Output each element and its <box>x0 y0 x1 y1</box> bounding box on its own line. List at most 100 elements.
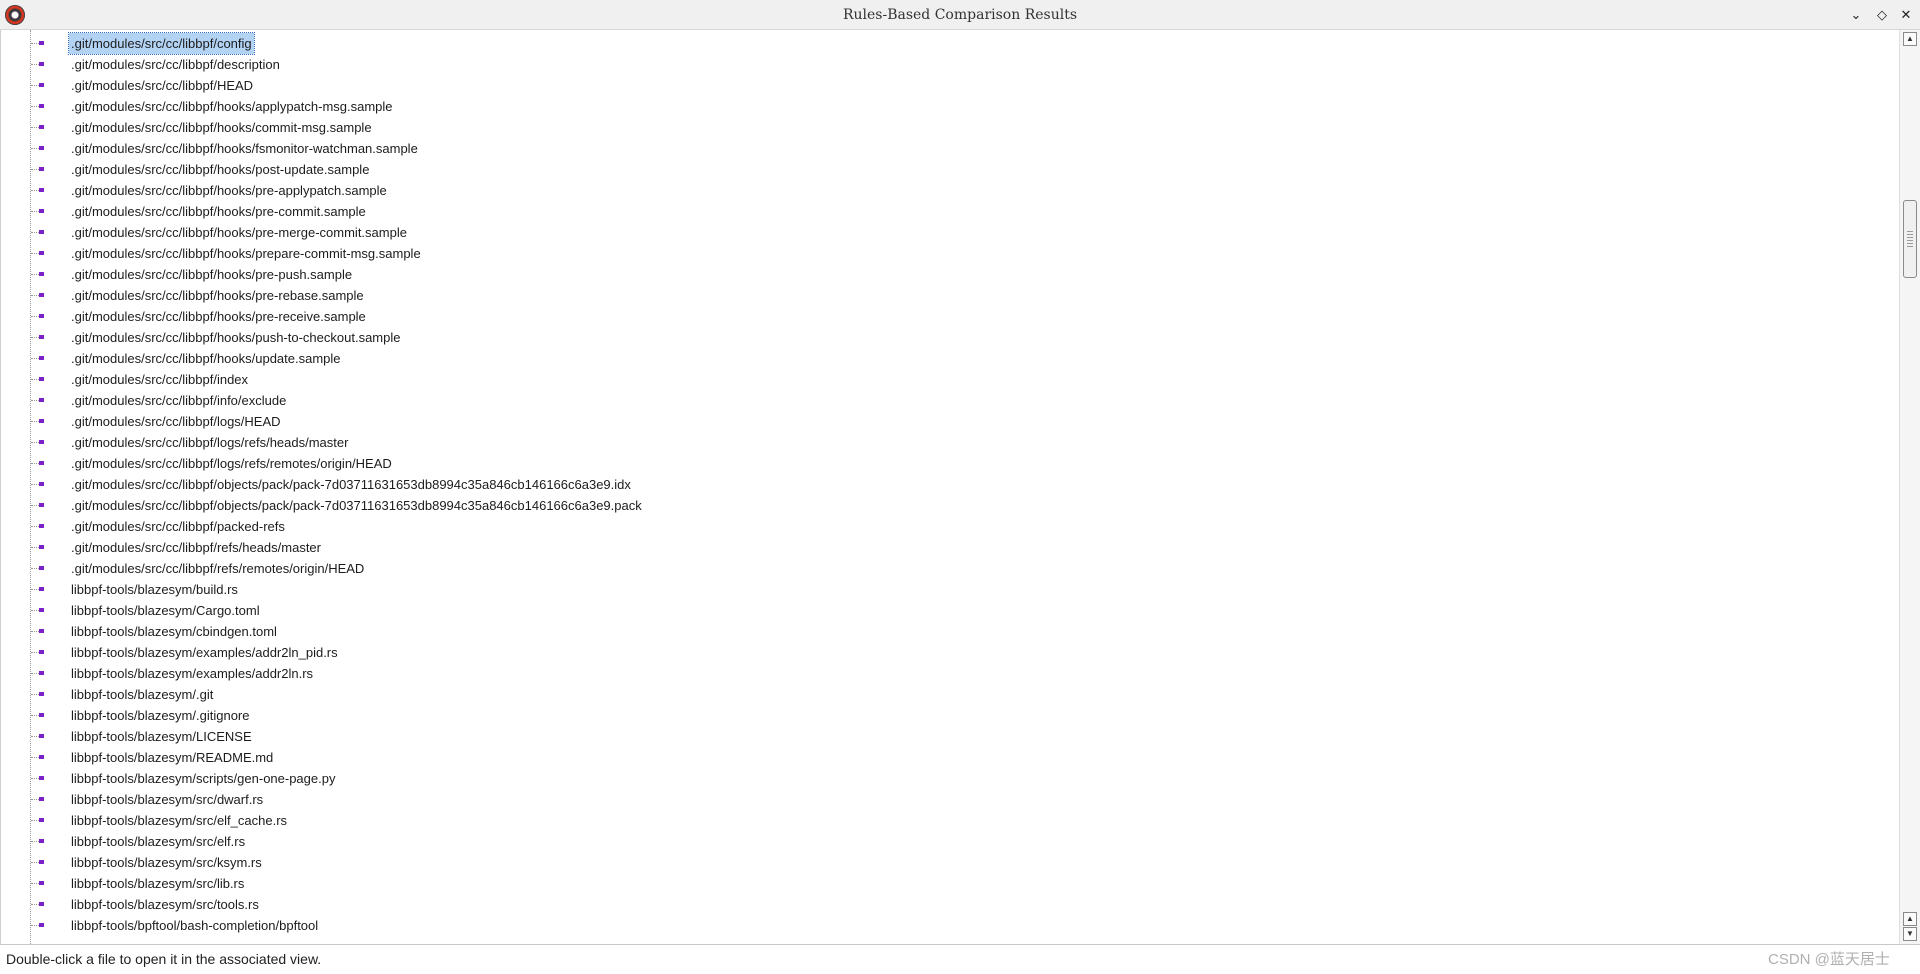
scrollbar-thumb[interactable] <box>1903 200 1917 278</box>
tree-item[interactable]: libbpf-tools/blazesym/src/tools.rs <box>1 894 1891 915</box>
file-change-marker-icon <box>39 41 44 45</box>
tree-connector <box>31 274 39 275</box>
tree-item[interactable]: .git/modules/src/cc/libbpf/logs/refs/hea… <box>1 432 1891 453</box>
tree-item[interactable]: .git/modules/src/cc/libbpf/hooks/pre-pus… <box>1 264 1891 285</box>
tree-item[interactable]: .git/modules/src/cc/libbpf/hooks/pre-com… <box>1 201 1891 222</box>
tree-item[interactable]: .git/modules/src/cc/libbpf/HEAD <box>1 75 1891 96</box>
tree-item[interactable]: .git/modules/src/cc/libbpf/hooks/pre-rec… <box>1 306 1891 327</box>
tree-item[interactable]: libbpf-tools/bpftool/bash-completion/bpf… <box>1 915 1891 936</box>
file-path-label: .git/modules/src/cc/libbpf/hooks/fsmonit… <box>71 141 418 156</box>
file-change-marker-icon <box>39 125 44 129</box>
tree-item[interactable]: libbpf-tools/blazesym/README.md <box>1 747 1891 768</box>
file-change-marker-icon <box>39 608 44 612</box>
scroll-up-arrow-icon[interactable]: ▲ <box>1903 32 1917 46</box>
tree-item[interactable]: .git/modules/src/cc/libbpf/logs/HEAD <box>1 411 1891 432</box>
tree-connector <box>31 694 39 695</box>
chevron-down-icon[interactable]: ⌄ <box>1847 6 1865 24</box>
file-change-marker-icon <box>39 734 44 738</box>
file-change-marker-icon <box>39 230 44 234</box>
tree-item[interactable]: .git/modules/src/cc/libbpf/config <box>1 32 1891 55</box>
file-change-marker-icon <box>39 671 44 675</box>
tree-item[interactable]: .git/modules/src/cc/libbpf/packed-refs <box>1 516 1891 537</box>
file-path-label: .git/modules/src/cc/libbpf/logs/refs/rem… <box>71 456 392 471</box>
tree-item[interactable]: .git/modules/src/cc/libbpf/hooks/prepare… <box>1 243 1891 264</box>
tree-item[interactable]: .git/modules/src/cc/libbpf/hooks/applypa… <box>1 96 1891 117</box>
title-bar: Rules-Based Comparison Results ⌄ ◇ ✕ <box>0 0 1920 30</box>
comparison-results-tree[interactable]: .git/modules/src/cc/libbpf/config .git/mo… <box>0 30 1899 944</box>
tree-item[interactable]: .git/modules/src/cc/libbpf/objects/pack/… <box>1 474 1891 495</box>
tree-item[interactable]: libbpf-tools/blazesym/src/elf.rs <box>1 831 1891 852</box>
file-path-label: libbpf-tools/blazesym/scripts/gen-one-pa… <box>71 771 336 786</box>
file-change-marker-icon <box>39 83 44 87</box>
file-path-label: libbpf-tools/blazesym/README.md <box>71 750 274 765</box>
tree-connector <box>31 169 39 170</box>
tree-connector <box>31 379 39 380</box>
file-path-label: .git/modules/src/cc/libbpf/hooks/pre-reb… <box>71 288 364 303</box>
file-path-label: .git/modules/src/cc/libbpf/hooks/push-to… <box>71 330 401 345</box>
file-path-label: .git/modules/src/cc/libbpf/HEAD <box>71 78 254 93</box>
tree-connector <box>31 799 39 800</box>
file-path-label: libbpf-tools/blazesym/src/elf_cache.rs <box>71 813 288 828</box>
tree-item[interactable]: libbpf-tools/blazesym/build.rs <box>1 579 1891 600</box>
file-path-label: libbpf-tools/blazesym/.git <box>71 687 214 702</box>
tree-item[interactable]: libbpf-tools/blazesym/scripts/gen-one-pa… <box>1 768 1891 789</box>
tree-connector <box>31 127 39 128</box>
tree-item[interactable]: .git/modules/src/cc/libbpf/hooks/pre-app… <box>1 180 1891 201</box>
scroll-up-arrow-icon[interactable]: ▲ <box>1903 912 1917 926</box>
tree-connector <box>31 484 39 485</box>
tree-item[interactable]: libbpf-tools/blazesym/LICENSE <box>1 726 1891 747</box>
tree-item[interactable]: libbpf-tools/blazesym/examples/addr2ln_p… <box>1 642 1891 663</box>
tree-connector <box>31 778 39 779</box>
tree-item[interactable]: .git/modules/src/cc/libbpf/hooks/update.… <box>1 348 1891 369</box>
tree-item[interactable]: .git/modules/src/cc/libbpf/logs/refs/rem… <box>1 453 1891 474</box>
tree-item[interactable]: .git/modules/src/cc/libbpf/hooks/commit-… <box>1 117 1891 138</box>
tree-item[interactable]: .git/modules/src/cc/libbpf/hooks/post-up… <box>1 159 1891 180</box>
tree-item[interactable]: libbpf-tools/blazesym/src/lib.rs <box>1 873 1891 894</box>
grip-icon <box>1907 231 1913 247</box>
tree-item[interactable]: .git/modules/src/cc/libbpf/hooks/pre-mer… <box>1 222 1891 243</box>
file-path-label: .git/modules/src/cc/libbpf/config <box>68 32 255 55</box>
tree-item[interactable]: libbpf-tools/blazesym/.gitignore <box>1 705 1891 726</box>
tree-connector <box>31 862 39 863</box>
tree-item[interactable]: .git/modules/src/cc/libbpf/hooks/pre-reb… <box>1 285 1891 306</box>
file-path-label: libbpf-tools/blazesym/src/ksym.rs <box>71 855 262 870</box>
vertical-scrollbar[interactable]: ▲ ▲ ▼ <box>1899 30 1920 944</box>
tree-item[interactable]: .git/modules/src/cc/libbpf/description <box>1 54 1891 75</box>
tree-item[interactable]: .git/modules/src/cc/libbpf/refs/heads/ma… <box>1 537 1891 558</box>
file-path-label: .git/modules/src/cc/libbpf/description <box>71 57 280 72</box>
file-change-marker-icon <box>39 314 44 318</box>
tree-item[interactable]: .git/modules/src/cc/libbpf/refs/remotes/… <box>1 558 1891 579</box>
tree-item[interactable]: .git/modules/src/cc/libbpf/info/exclude <box>1 390 1891 411</box>
scroll-down-arrow-icon[interactable]: ▼ <box>1903 927 1917 941</box>
file-path-label: .git/modules/src/cc/libbpf/hooks/pre-com… <box>71 204 366 219</box>
tree-connector <box>31 505 39 506</box>
file-change-marker-icon <box>39 776 44 780</box>
tree-item[interactable]: libbpf-tools/blazesym/src/dwarf.rs <box>1 789 1891 810</box>
status-message: Double-click a file to open it in the as… <box>6 951 322 967</box>
tree-connector <box>31 925 39 926</box>
restore-icon[interactable]: ◇ <box>1873 6 1891 24</box>
tree-item[interactable]: libbpf-tools/blazesym/Cargo.toml <box>1 600 1891 621</box>
tree-item[interactable]: .git/modules/src/cc/libbpf/index <box>1 369 1891 390</box>
tree-item[interactable]: libbpf-tools/blazesym/examples/addr2ln.r… <box>1 663 1891 684</box>
tree-item[interactable]: libbpf-tools/blazesym/cbindgen.toml <box>1 621 1891 642</box>
file-path-label: .git/modules/src/cc/libbpf/hooks/commit-… <box>71 120 372 135</box>
tree-connector <box>31 568 39 569</box>
file-path-label: .git/modules/src/cc/libbpf/hooks/pre-app… <box>71 183 387 198</box>
tree-connector <box>31 463 39 464</box>
tree-item[interactable]: libbpf-tools/blazesym/src/elf_cache.rs <box>1 810 1891 831</box>
tree-item[interactable]: libbpf-tools/blazesym/src/ksym.rs <box>1 852 1891 873</box>
tree-connector <box>31 820 39 821</box>
file-change-marker-icon <box>39 755 44 759</box>
tree-item[interactable]: .git/modules/src/cc/libbpf/objects/pack/… <box>1 495 1891 516</box>
tree-connector <box>31 442 39 443</box>
tree-connector <box>31 526 39 527</box>
tree-connector <box>31 421 39 422</box>
file-path-label: libbpf-tools/blazesym/Cargo.toml <box>71 603 260 618</box>
file-path-label: .git/modules/src/cc/libbpf/packed-refs <box>71 519 285 534</box>
close-icon[interactable]: ✕ <box>1897 6 1915 24</box>
tree-item[interactable]: libbpf-tools/blazesym/.git <box>1 684 1891 705</box>
file-path-label: libbpf-tools/blazesym/src/elf.rs <box>71 834 246 849</box>
tree-item[interactable]: .git/modules/src/cc/libbpf/hooks/fsmonit… <box>1 138 1891 159</box>
tree-item[interactable]: .git/modules/src/cc/libbpf/hooks/push-to… <box>1 327 1891 348</box>
